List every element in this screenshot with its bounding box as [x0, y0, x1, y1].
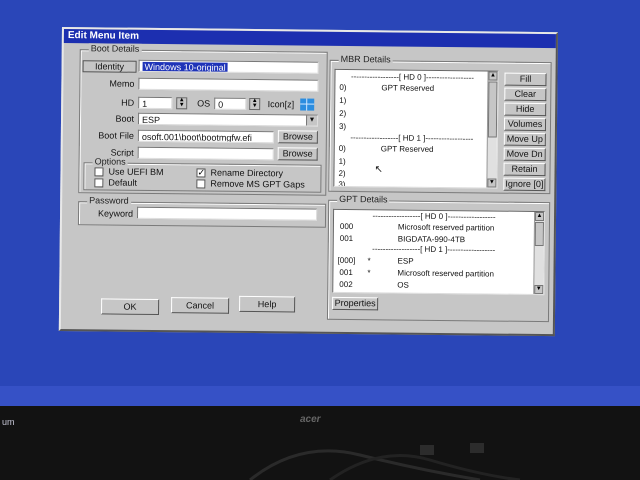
- mbr-hd1-header: ------------------[ HD 1 ]--------------…: [350, 133, 474, 144]
- hd-label: HD: [121, 97, 135, 108]
- boot-details-legend: Boot Details: [88, 43, 142, 54]
- cancel-button[interactable]: Cancel: [171, 297, 230, 314]
- ignore-button[interactable]: Ignore [0]: [503, 177, 546, 192]
- rename-directory-label: Rename Directory: [210, 167, 284, 179]
- monitor-brand-logo: acer: [300, 414, 321, 425]
- list-item-name[interactable]: BIGDATA-990-4TB: [398, 235, 465, 245]
- gpt-hd0-header: ------------------[ HD 0 ]--------------…: [372, 211, 496, 222]
- script-browse-button[interactable]: Browse: [277, 147, 318, 161]
- hide-button[interactable]: Hide: [504, 102, 547, 117]
- os-input[interactable]: 0: [214, 97, 247, 110]
- list-item-id[interactable]: 000: [340, 222, 353, 231]
- scroll-up-icon[interactable]: ▲: [534, 211, 545, 222]
- default-checkbox[interactable]: [94, 178, 104, 188]
- remove-gpt-gaps-checkbox[interactable]: [196, 179, 206, 189]
- bootfile-input[interactable]: osoft.001\boot\bootmgfw.efi: [137, 129, 274, 144]
- boot-select[interactable]: ESP ▼: [137, 112, 319, 127]
- boot-select-value: ESP: [141, 114, 161, 126]
- list-item-id[interactable]: 001: [340, 234, 353, 243]
- clear-button[interactable]: Clear: [504, 87, 547, 102]
- gpt-details-legend: GPT Details: [337, 193, 390, 205]
- list-item-id[interactable]: 002: [339, 280, 352, 289]
- gpt-details-group: GPT Details ------------------[ HD 0 ]--…: [326, 193, 551, 323]
- ok-button[interactable]: OK: [100, 298, 160, 316]
- move-down-button[interactable]: Move Dn: [503, 147, 546, 162]
- mbr-details-group: MBR Details ------------------[ HD 0 ]--…: [328, 53, 552, 195]
- list-item-name[interactable]: Microsoft reserved partition: [397, 269, 494, 279]
- password-group: Password Keyword: [77, 195, 327, 228]
- list-item-mark: *: [367, 268, 371, 278]
- windows-icon[interactable]: [300, 98, 315, 111]
- list-item-number[interactable]: 3): [339, 122, 346, 131]
- default-label: Default: [108, 177, 137, 188]
- move-up-button[interactable]: Move Up: [503, 132, 546, 147]
- scroll-down-icon[interactable]: ▼: [487, 178, 497, 188]
- list-item-mark: *: [367, 256, 371, 266]
- retain-button[interactable]: Retain: [503, 162, 546, 177]
- hd-input[interactable]: 1: [138, 96, 173, 110]
- scroll-thumb[interactable]: [487, 81, 498, 138]
- memo-input[interactable]: [138, 77, 319, 92]
- list-item-name[interactable]: GPT Reserved: [381, 83, 434, 93]
- icon-label: Icon[z]: [267, 99, 295, 110]
- identity-value: Windows 10-original: [142, 61, 228, 73]
- scroll-up-icon[interactable]: ▲: [488, 71, 498, 81]
- boot-label: Boot: [115, 113, 135, 124]
- list-item-number[interactable]: 2): [338, 169, 345, 178]
- list-item-id[interactable]: [000]: [338, 256, 356, 265]
- keyword-input[interactable]: [136, 206, 318, 221]
- script-input[interactable]: [137, 146, 274, 161]
- list-item-number[interactable]: 1): [339, 96, 346, 105]
- taskbar-fragment: um: [2, 417, 15, 427]
- keyword-label: Keyword: [97, 208, 134, 219]
- gpt-list-scrollbar[interactable]: ▲ ▼: [533, 211, 545, 295]
- list-item-number[interactable]: 0): [339, 83, 346, 92]
- bootfile-browse-button[interactable]: Browse: [277, 130, 318, 144]
- chevron-down-icon[interactable]: ▼: [305, 115, 318, 126]
- use-uefi-label: Use UEFI BM: [108, 166, 164, 178]
- list-item-name[interactable]: Microsoft reserved partition: [398, 223, 495, 233]
- boot-details-group: Boot Details Identity Windows 10-origina…: [78, 43, 328, 196]
- hd-spinner[interactable]: ▲ ▼: [176, 97, 188, 110]
- identity-label: Identity: [82, 60, 137, 73]
- list-item-number[interactable]: 3): [338, 180, 345, 189]
- mbr-partition-list[interactable]: ------------------[ HD 0 ]--------------…: [333, 68, 499, 189]
- edit-menu-item-dialog: Edit Menu Item Boot Details Identity Win…: [58, 27, 558, 337]
- list-item-number[interactable]: 0): [339, 144, 346, 153]
- list-item-id[interactable]: 001: [339, 268, 352, 277]
- list-item-name[interactable]: ESP: [398, 257, 414, 266]
- memo-label: Memo: [109, 78, 135, 89]
- volumes-button[interactable]: Volumes: [503, 117, 547, 132]
- options-group: Options Use UEFI BM Default ✓ Rename Dir…: [83, 156, 322, 193]
- rename-directory-checkbox[interactable]: ✓: [196, 167, 206, 178]
- gpt-partition-list[interactable]: ------------------[ HD 0 ]--------------…: [332, 208, 546, 296]
- remove-gpt-gaps-label: Remove MS GPT Gaps: [210, 178, 305, 190]
- list-item-number[interactable]: 2): [339, 109, 346, 118]
- use-uefi-checkbox[interactable]: [94, 167, 104, 177]
- mbr-hd0-header: ------------------[ HD 0 ]--------------…: [350, 72, 475, 83]
- list-item-name[interactable]: GPT Reserved: [381, 144, 434, 154]
- properties-button[interactable]: Properties: [332, 296, 379, 311]
- options-legend: Options: [92, 156, 128, 167]
- identity-input[interactable]: Windows 10-original: [138, 59, 319, 74]
- password-legend: Password: [87, 195, 131, 206]
- list-item-name[interactable]: OS: [397, 281, 409, 290]
- scroll-down-icon[interactable]: ▼: [534, 284, 544, 295]
- scroll-thumb[interactable]: [534, 221, 544, 247]
- help-button[interactable]: Help: [239, 295, 296, 313]
- mouse-cursor-icon: ↖: [374, 164, 383, 176]
- fill-button[interactable]: Fill: [504, 72, 547, 87]
- bootfile-label: Boot File: [98, 130, 134, 141]
- list-item-number[interactable]: 1): [339, 157, 346, 166]
- mbr-details-legend: MBR Details: [338, 53, 393, 65]
- os-label: OS: [197, 98, 211, 109]
- gpt-hd1-header: ------------------[ HD 1 ]--------------…: [372, 244, 496, 255]
- mbr-list-scrollbar[interactable]: ▲ ▼: [486, 71, 498, 188]
- os-spinner[interactable]: ▲ ▼: [249, 97, 261, 111]
- cables-decoration: [249, 443, 521, 480]
